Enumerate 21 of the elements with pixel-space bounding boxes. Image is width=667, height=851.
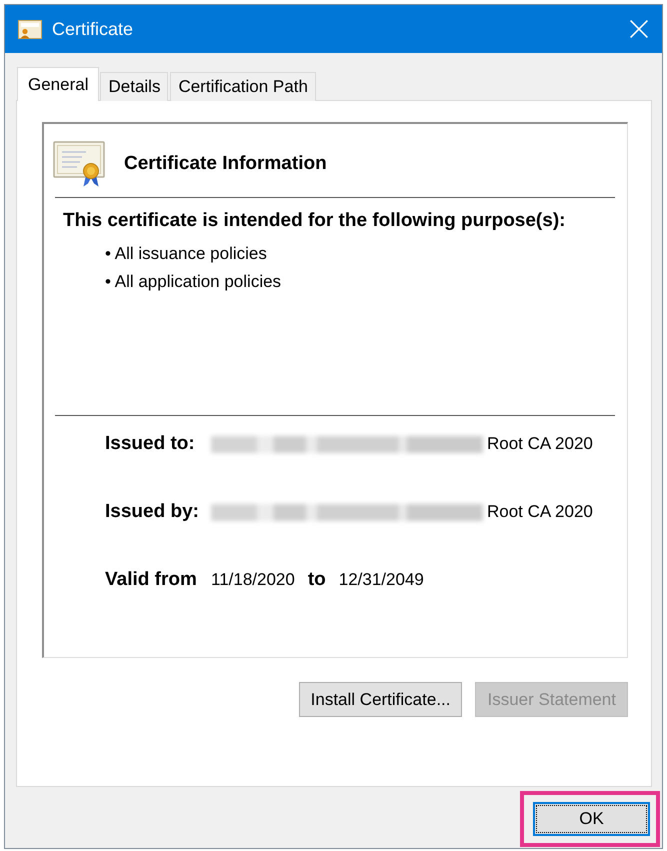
ok-button[interactable]: OK [533, 802, 650, 836]
window-title: Certificate [52, 18, 134, 40]
purpose-heading: This certificate is intended for the following purpose(s): [63, 210, 566, 232]
tab[interactable]: Details [100, 72, 168, 101]
field-label: Valid from [105, 569, 197, 591]
date-value: 12/31/2049 [338, 569, 424, 591]
date-separator: to [308, 569, 326, 591]
field-label: Issued to: [105, 433, 195, 455]
install-certificate-button[interactable]: Install Certificate... [298, 682, 462, 717]
tab[interactable]: Certification Path [170, 72, 316, 101]
close-icon [630, 20, 648, 38]
certificate-icon [18, 20, 42, 38]
certificate-icon [53, 141, 105, 187]
field-value: Root CA 2020 [487, 501, 593, 523]
date-value: 11/18/2020 [211, 569, 295, 591]
purpose-item: • All issuance policies [105, 243, 267, 265]
purpose-item: • All application policies [105, 271, 282, 293]
tab[interactable]: General [17, 67, 100, 101]
field-value: Root CA 2020 [487, 433, 593, 455]
field-label: Issued by: [105, 501, 199, 523]
section-heading: Certificate Information [124, 153, 327, 175]
